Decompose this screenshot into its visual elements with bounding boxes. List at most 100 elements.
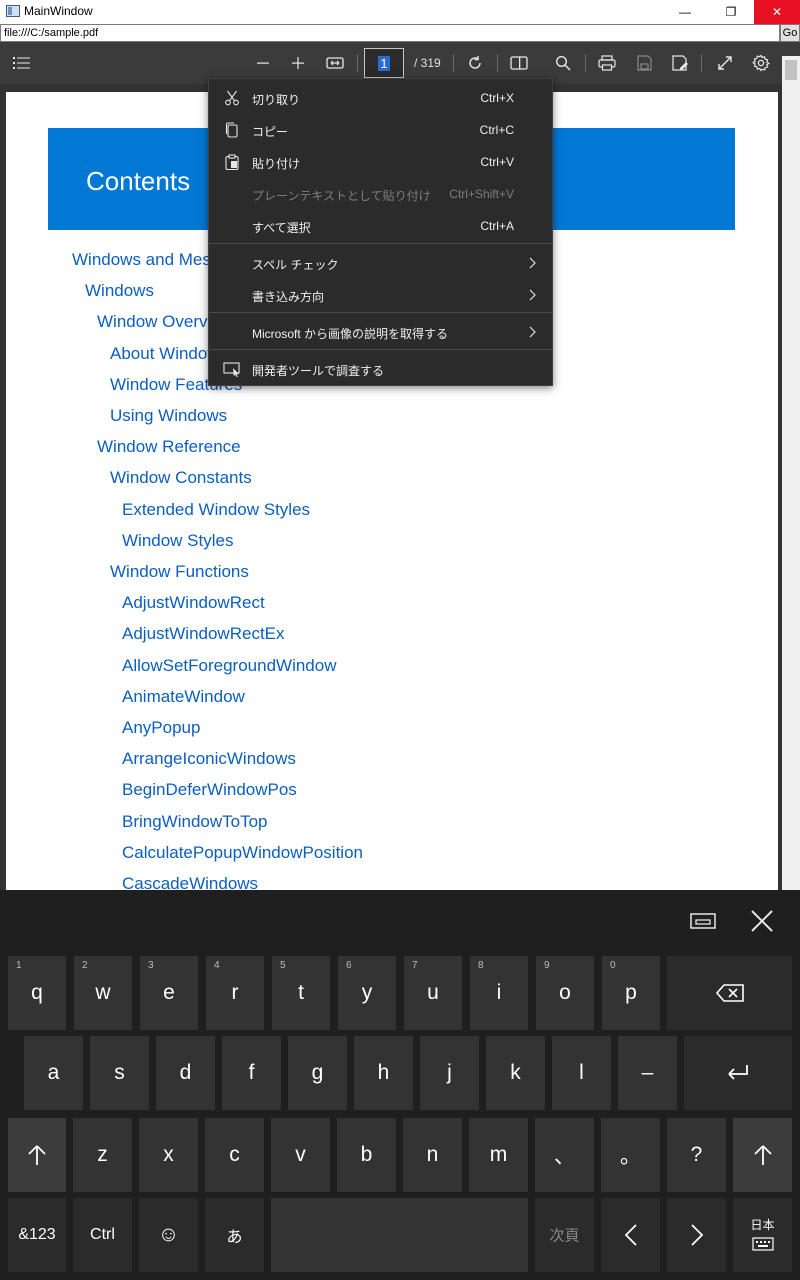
zoom-out-icon[interactable] (250, 50, 276, 76)
menu-item-copy[interactable]: コピー Ctrl+C (209, 113, 552, 145)
print-icon[interactable] (594, 50, 620, 76)
key-x[interactable]: x (139, 1118, 198, 1192)
page-view-icon[interactable] (506, 50, 532, 76)
key-、[interactable]: 、 (535, 1118, 594, 1192)
toc-link[interactable]: CalculatePopupWindowPosition (122, 843, 363, 863)
toc-link[interactable]: BringWindowToTop (122, 812, 268, 832)
save-as-icon[interactable] (667, 50, 693, 76)
emoji-key[interactable]: ☺ (139, 1198, 198, 1272)
next-page-key[interactable]: 次頁 (535, 1198, 594, 1272)
enter-key[interactable] (684, 1036, 792, 1110)
key-d[interactable]: d (156, 1036, 215, 1110)
space-key[interactable] (271, 1198, 528, 1272)
key-–[interactable]: – (618, 1036, 677, 1110)
key-y[interactable]: 6y (338, 956, 396, 1030)
key-?[interactable]: ? (667, 1118, 726, 1192)
kana-mode-key[interactable]: あ (205, 1198, 264, 1272)
table-of-contents-icon[interactable] (9, 50, 35, 76)
menu-item-shortcut: Ctrl+A (480, 219, 514, 233)
toc-link[interactable]: AdjustWindowRect (122, 593, 265, 613)
key-p[interactable]: 0p (602, 956, 660, 1030)
toc-link[interactable]: AdjustWindowRectEx (122, 624, 285, 644)
key-f[interactable]: f (222, 1036, 281, 1110)
shift-right-key[interactable] (733, 1118, 792, 1192)
copy-icon (223, 121, 241, 139)
page-number-input[interactable]: 1 (364, 48, 404, 78)
menu-item-image-description[interactable]: Microsoft から画像の説明を取得する (209, 315, 552, 347)
close-button[interactable]: ✕ (754, 0, 800, 24)
scissors-icon (223, 89, 241, 107)
toc-link[interactable]: Using Windows (110, 406, 227, 426)
key-u[interactable]: 7u (404, 956, 462, 1030)
menu-item-cut[interactable]: 切り取り Ctrl+X (209, 81, 552, 113)
arrow-left-key[interactable] (601, 1198, 660, 1272)
key-t[interactable]: 5t (272, 956, 330, 1030)
key-a[interactable]: a (24, 1036, 83, 1110)
key-c[interactable]: c (205, 1118, 264, 1192)
toc-link[interactable]: AnimateWindow (122, 687, 245, 707)
backspace-key[interactable] (667, 956, 792, 1030)
toc-link[interactable]: Extended Window Styles (122, 500, 310, 520)
key-k[interactable]: k (486, 1036, 545, 1110)
scrollbar-thumb[interactable] (785, 60, 797, 80)
key-j[interactable]: j (420, 1036, 479, 1110)
key-n[interactable]: n (403, 1118, 462, 1192)
toc-link[interactable]: ArrangeIconicWindows (122, 749, 296, 769)
app-icon (6, 5, 20, 17)
key-e[interactable]: 3e (140, 956, 198, 1030)
minimize-button[interactable]: — (662, 0, 708, 24)
key-。[interactable]: 。 (601, 1118, 660, 1192)
key-h[interactable]: h (354, 1036, 413, 1110)
key-w[interactable]: 2w (74, 956, 132, 1030)
menu-item-paste[interactable]: 貼り付け Ctrl+V (209, 145, 552, 177)
toc-link[interactable]: Window Constants (110, 468, 252, 488)
arrow-right-key[interactable] (667, 1198, 726, 1272)
ctrl-key[interactable]: Ctrl (73, 1198, 132, 1272)
key-q[interactable]: 1q (8, 956, 66, 1030)
context-menu: 切り取り Ctrl+X コピー Ctrl+C 貼り付け Ctrl+V プレーンテ… (208, 78, 553, 386)
key-s[interactable]: s (90, 1036, 149, 1110)
symbols-key[interactable]: &123 (8, 1198, 66, 1272)
search-icon[interactable] (550, 50, 576, 76)
language-key[interactable]: 日本 (733, 1198, 792, 1272)
toc-link[interactable]: Window Styles (122, 531, 233, 551)
shift-left-key[interactable] (8, 1118, 66, 1192)
vertical-scrollbar[interactable] (782, 56, 800, 890)
fullscreen-icon[interactable] (712, 50, 738, 76)
key-b[interactable]: b (337, 1118, 396, 1192)
menu-item-shortcut: Ctrl+X (480, 91, 514, 105)
menu-item-writing-direction[interactable]: 書き込み方向 (209, 278, 552, 310)
zoom-in-icon[interactable] (285, 50, 311, 76)
menu-item-paste-plain-text[interactable]: プレーンテキストとして貼り付け Ctrl+Shift+V (209, 177, 552, 209)
menu-item-spell-check[interactable]: スペル チェック (209, 246, 552, 278)
keyboard-close-icon[interactable] (745, 904, 779, 938)
toc-link[interactable]: Window Reference (97, 437, 241, 457)
key-i[interactable]: 8i (470, 956, 528, 1030)
settings-gear-icon[interactable] (748, 50, 774, 76)
toc-link[interactable]: Windows (85, 281, 154, 301)
key-v[interactable]: v (271, 1118, 330, 1192)
toc-link[interactable]: AnyPopup (122, 718, 200, 738)
paste-icon (223, 153, 241, 171)
rotate-icon[interactable] (462, 50, 488, 76)
key-l[interactable]: l (552, 1036, 611, 1110)
key-z[interactable]: z (73, 1118, 132, 1192)
go-button[interactable]: Go (780, 24, 800, 42)
menu-item-select-all[interactable]: すべて選択 Ctrl+A (209, 209, 552, 241)
key-m[interactable]: m (469, 1118, 528, 1192)
toc-link[interactable]: BeginDeferWindowPos (122, 780, 297, 800)
key-o[interactable]: 9o (536, 956, 594, 1030)
keyboard-layout-icon[interactable] (686, 904, 720, 938)
fit-width-icon[interactable] (322, 50, 348, 76)
devtools-icon (223, 360, 241, 378)
save-icon[interactable] (631, 50, 657, 76)
url-input[interactable] (0, 24, 780, 42)
menu-separator (209, 349, 552, 350)
toc-link[interactable]: AllowSetForegroundWindow (122, 656, 337, 676)
key-r[interactable]: 4r (206, 956, 264, 1030)
key-g[interactable]: g (288, 1036, 347, 1110)
toc-link[interactable]: Window Functions (110, 562, 249, 582)
maximize-button[interactable]: ❐ (708, 0, 754, 24)
menu-item-label: すべて選択 (252, 221, 311, 235)
menu-item-inspect[interactable]: 開発者ツールで調査する (209, 352, 552, 384)
